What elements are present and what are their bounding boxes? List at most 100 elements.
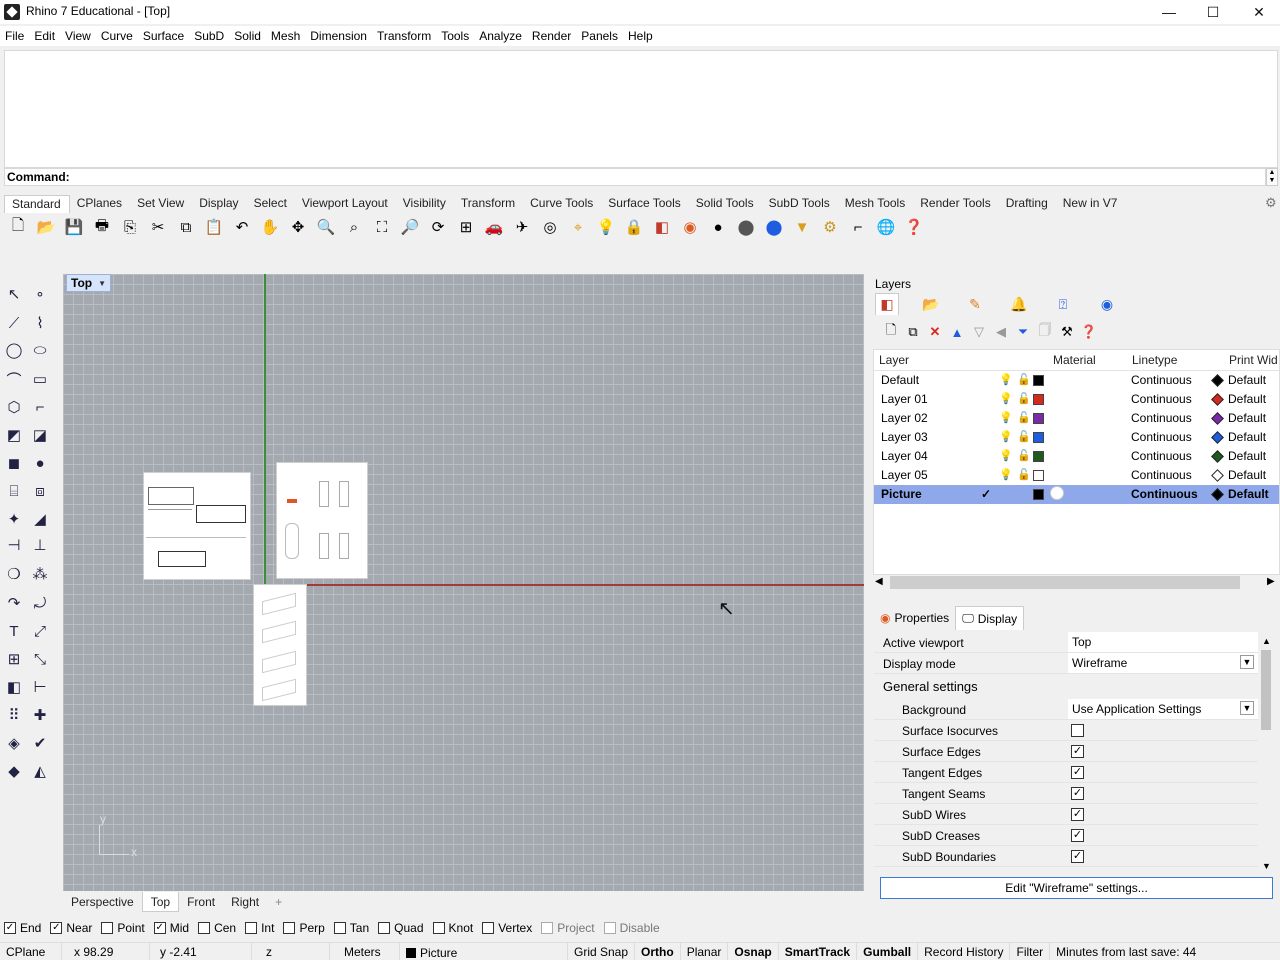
osnap-project[interactable]: Project <box>541 918 595 938</box>
print-color-diamond-icon[interactable] <box>1211 469 1224 482</box>
col-layer[interactable]: Layer <box>879 353 909 367</box>
scale-icon[interactable]: ⤡ <box>28 647 52 671</box>
status-gumball[interactable]: Gumball <box>857 943 919 960</box>
picture-axonometric[interactable] <box>253 584 307 706</box>
menu-help[interactable]: Help <box>623 26 658 46</box>
osnap-disable[interactable]: Disable <box>603 918 660 938</box>
layer-linetype[interactable]: Continuous <box>1131 487 1198 501</box>
menu-file[interactable]: File <box>0 26 29 46</box>
layer-icon[interactable]: ◧ <box>650 215 674 239</box>
osnap-perp[interactable]: Perp <box>283 918 325 938</box>
tab-surface-tools[interactable]: Surface Tools <box>601 195 689 213</box>
dimension-icon[interactable]: ⌐ <box>846 215 870 239</box>
select-arrow-icon[interactable]: ↖ <box>2 282 26 306</box>
rotate-tool-icon[interactable]: ⤾ <box>28 591 52 615</box>
undo-icon[interactable]: ↶ <box>230 215 254 239</box>
layer-linetype[interactable]: Continuous <box>1131 373 1192 387</box>
vp-tab-add[interactable]: + <box>267 892 290 912</box>
layer-color-swatch[interactable] <box>1033 394 1044 405</box>
viewport-menu-chevron-icon[interactable]: ▼ <box>98 279 106 288</box>
print-color-diamond-icon[interactable] <box>1211 431 1224 444</box>
gear-icon[interactable]: ⚙ <box>818 215 842 239</box>
tab-transform[interactable]: Transform <box>454 195 523 213</box>
active-viewport-value[interactable]: Top <box>1068 632 1258 652</box>
osnap-checkbox[interactable] <box>378 922 391 934</box>
setting-checkbox[interactable] <box>1071 724 1084 737</box>
tab-render-tools[interactable]: Render Tools <box>913 195 999 213</box>
color-wheel-icon[interactable]: ◉ <box>678 215 702 239</box>
layer-linetype[interactable]: Continuous <box>1131 392 1192 406</box>
unlock-icon[interactable]: 🔓 <box>1017 392 1031 405</box>
maximize-button[interactable]: ☐ <box>1190 0 1236 24</box>
import-icon[interactable]: ⎘ <box>118 215 142 239</box>
brush-tab-icon[interactable]: ✎ <box>963 293 987 315</box>
layer-row[interactable]: Layer 01 💡 🔓 Continuous Default <box>874 390 1279 409</box>
osnap-int[interactable]: Int <box>245 918 274 938</box>
rectangle-icon[interactable]: ▭ <box>28 367 52 391</box>
visible-bulb-icon[interactable]: 💡 <box>999 411 1013 424</box>
point-icon[interactable]: ∘ <box>28 282 52 306</box>
vp-tab-top[interactable]: Top <box>141 892 180 912</box>
osnap-near[interactable]: ✓ Near <box>50 918 92 938</box>
chevron-down-icon[interactable]: ▼ <box>1240 701 1254 715</box>
layer-name[interactable]: Layer 04 <box>881 449 928 463</box>
osnap-vertex[interactable]: Vertex <box>482 918 532 938</box>
help-icon[interactable]: ❓ <box>902 215 926 239</box>
render-tab-icon[interactable]: ◉ <box>1095 293 1119 315</box>
tab-standard[interactable]: Standard <box>4 195 70 213</box>
filter-icon[interactable]: ▼ <box>790 215 814 239</box>
layer-print-width[interactable]: Default <box>1228 468 1266 482</box>
material-swatch[interactable] <box>1050 486 1064 500</box>
layer-row[interactable]: Layer 03 💡 🔓 Continuous Default <box>874 428 1279 447</box>
picture-plan-1[interactable] <box>143 472 251 580</box>
layer-states-icon[interactable]: 🗍 <box>1034 322 1056 342</box>
split-icon[interactable]: ⊣ <box>2 533 26 557</box>
current-layer-check-icon[interactable]: ✓ <box>981 487 991 501</box>
layer-row[interactable]: Layer 05 💡 🔓 Continuous Default <box>874 466 1279 485</box>
ellipse-icon[interactable]: ⬭ <box>28 338 52 362</box>
pan-icon[interactable]: ✋ <box>258 215 282 239</box>
circle-tool-icon[interactable]: ◯ <box>2 338 26 362</box>
layer-row[interactable]: Default 💡 🔓 Continuous Default <box>874 371 1279 390</box>
sphere-icon[interactable]: ● <box>706 215 730 239</box>
command-prompt[interactable]: Command: <box>4 168 1266 186</box>
unlock-icon[interactable]: 🔓 <box>1017 430 1031 443</box>
move-parent-icon[interactable]: ◀ <box>990 322 1012 342</box>
plane-icon[interactable]: ✈ <box>510 215 534 239</box>
status-ortho[interactable]: Ortho <box>635 943 681 960</box>
osnap-checkbox[interactable] <box>432 922 445 934</box>
close-button[interactable]: ✕ <box>1236 0 1280 24</box>
open-icon[interactable]: 📂 <box>34 215 58 239</box>
menu-mesh[interactable]: Mesh <box>266 26 305 46</box>
layer-color-swatch[interactable] <box>1033 470 1044 481</box>
four-viewports-icon[interactable]: ⊞ <box>454 215 478 239</box>
layer-linetype[interactable]: Continuous <box>1131 449 1192 463</box>
layer-name[interactable]: Picture <box>881 487 922 501</box>
layer-row[interactable]: Layer 02 💡 🔓 Continuous Default <box>874 409 1279 428</box>
tab-cplanes[interactable]: CPlanes <box>70 195 130 213</box>
scroll-right-icon[interactable]: ▶ <box>1267 576 1275 587</box>
col-material[interactable]: Material <box>1053 353 1096 367</box>
polyline-icon[interactable]: ⟋ <box>2 311 26 335</box>
help-tab-icon[interactable]: ⍰ <box>1051 293 1075 315</box>
visible-bulb-icon[interactable]: 💡 <box>999 392 1013 405</box>
tab-viewport-layout[interactable]: Viewport Layout <box>295 195 396 213</box>
dimension-tool-icon[interactable]: ⤢ <box>28 619 52 643</box>
scroll-up-icon[interactable]: ▲ <box>1262 636 1271 646</box>
render-object-icon[interactable]: ◆ <box>2 759 26 783</box>
status-layer[interactable]: Picture <box>400 943 568 960</box>
rendered-sphere-icon[interactable]: ⬤ <box>762 215 786 239</box>
zoom-selected-icon[interactable]: 🔎 <box>398 215 422 239</box>
toolbar-settings-gear-icon[interactable]: ⚙ <box>1265 195 1277 211</box>
menu-tools[interactable]: Tools <box>436 26 474 46</box>
osnap-checkbox[interactable] <box>482 922 495 934</box>
chevron-down-icon[interactable]: ▼ <box>1240 655 1254 669</box>
zoom-window-icon[interactable]: ⌕ <box>342 215 366 239</box>
osnap-cen[interactable]: Cen <box>198 918 236 938</box>
layer-print-width[interactable]: Default <box>1228 487 1269 501</box>
unlock-icon[interactable]: 🔓 <box>1017 411 1031 424</box>
unlock-icon[interactable]: 🔓 <box>1017 373 1031 386</box>
props-vscroll-thumb[interactable] <box>1261 650 1271 730</box>
setting-checkbox[interactable]: ✓ <box>1071 766 1084 779</box>
osnap-checkbox[interactable]: ✓ <box>50 922 63 934</box>
